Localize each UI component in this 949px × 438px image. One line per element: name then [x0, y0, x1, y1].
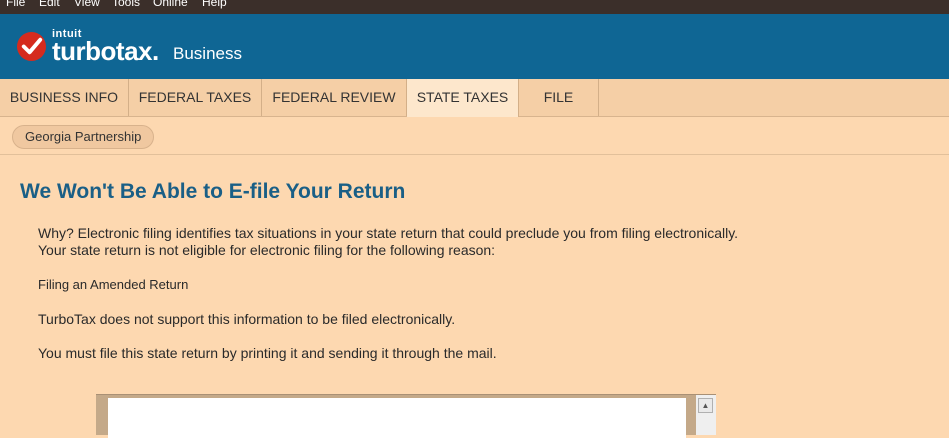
menu-tools[interactable]: Tools	[112, 0, 140, 10]
menu-bar: File Edit View Tools Online Help	[0, 0, 949, 14]
tab-federal-review[interactable]: FEDERAL REVIEW	[262, 79, 407, 116]
tab-federal-taxes[interactable]: FEDERAL TAXES	[129, 79, 262, 116]
main-tabs: BUSINESS INFO FEDERAL TAXES FEDERAL REVI…	[0, 79, 949, 117]
tab-file[interactable]: FILE	[519, 79, 599, 116]
page-title: We Won't Be Able to E-file Your Return	[20, 180, 406, 203]
edition-label: Business	[173, 44, 242, 63]
reason-text: Filing an Amended Return	[38, 277, 189, 292]
tab-business-info[interactable]: BUSINESS INFO	[0, 79, 129, 116]
scrollbar[interactable]: ▲	[696, 395, 716, 435]
state-return-pill[interactable]: Georgia Partnership	[12, 125, 155, 149]
menu-file[interactable]: File	[6, 0, 25, 10]
state-subbar: Georgia Partnership	[0, 117, 949, 155]
menu-edit[interactable]: Edit	[39, 0, 60, 10]
tab-state-taxes[interactable]: STATE TAXES	[407, 79, 519, 117]
mail-instruction-text: You must file this state return by print…	[38, 345, 497, 361]
scroll-up-icon[interactable]: ▲	[698, 398, 713, 413]
why-text-line2: Your state return is not eligible for el…	[38, 242, 496, 258]
menu-online[interactable]: Online	[153, 0, 188, 10]
turbotax-brand: turbotax.	[52, 36, 159, 66]
panel-content	[108, 398, 686, 438]
why-text-line1: Why? Electronic filing identifies tax si…	[38, 225, 739, 241]
menu-view[interactable]: View	[74, 0, 100, 10]
not-supported-text: TurboTax does not support this informati…	[38, 311, 456, 327]
checkmark-logo-icon	[16, 31, 47, 62]
scrollable-panel[interactable]: ▲	[96, 394, 716, 438]
menu-help[interactable]: Help	[202, 0, 227, 10]
app-header: intuit turbotax. Business	[0, 14, 949, 79]
